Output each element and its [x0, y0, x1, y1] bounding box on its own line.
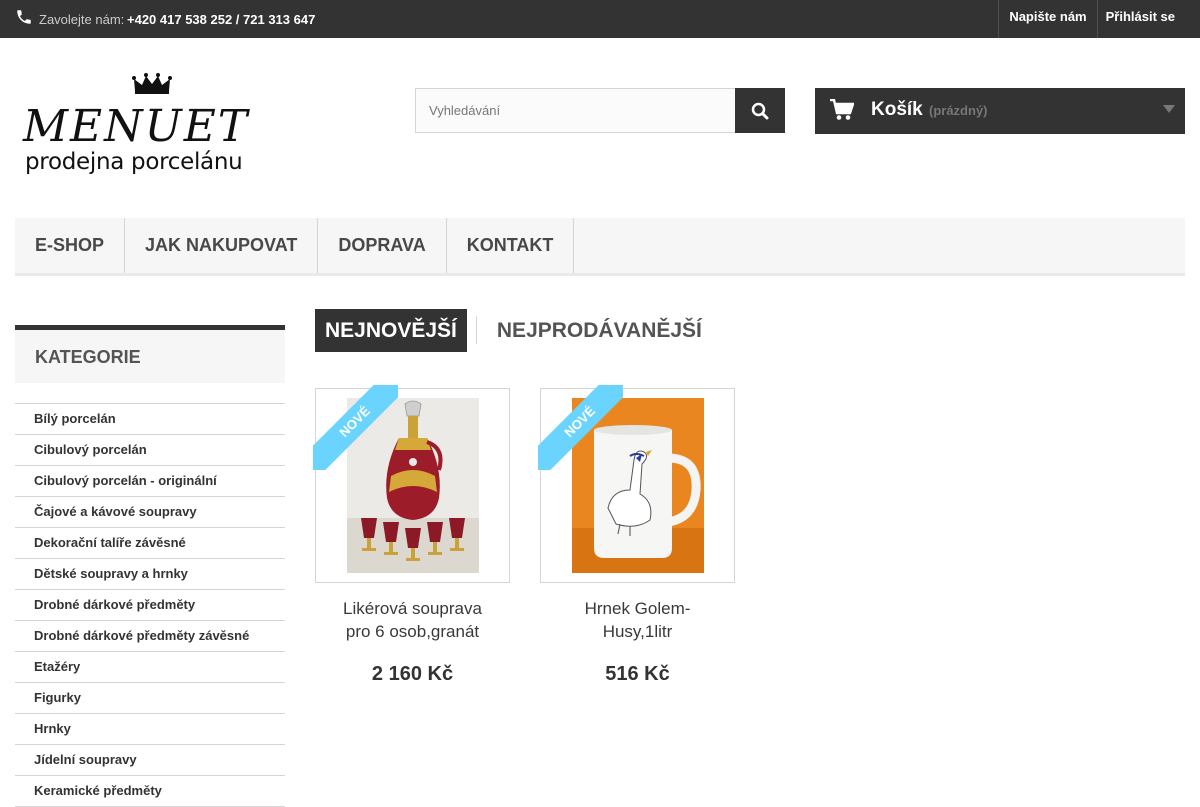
category-item[interactable]: Dekorační talíře závěsné	[15, 528, 285, 559]
categories-sidebar: KATEGORIE Bílý porcelán Cibulový porcelá…	[15, 325, 285, 807]
menu-item-eshop[interactable]: E-SHOP	[15, 218, 126, 273]
topbar-links: Napište nám Přihlásit se	[998, 0, 1200, 38]
tab-bestsellers[interactable]: NEJPRODÁVANĚJŠÍ	[477, 309, 712, 352]
product-image-link[interactable]: NOVÉ	[313, 385, 510, 583]
crown-icon	[132, 73, 172, 94]
category-item[interactable]: Hrnky	[15, 714, 285, 745]
category-item[interactable]: Jídelní soupravy	[15, 745, 285, 776]
product-tabs: NEJNOVĚJŠÍ NEJPRODÁVANĚJŠÍ	[315, 308, 712, 352]
category-list: Bílý porcelán Cibulový porcelán Cibulový…	[15, 403, 285, 807]
product-image-link[interactable]: NOVÉ	[538, 385, 735, 583]
search-button[interactable]	[735, 88, 785, 133]
logo-name: MENUET	[23, 101, 250, 152]
category-item[interactable]: Cibulový porcelán - originální	[15, 466, 285, 497]
tab-newest[interactable]: NEJNOVĚJŠÍ	[315, 308, 467, 352]
contact-us-link[interactable]: Napište nám	[998, 0, 1096, 38]
new-badge-label: NOVÉ	[313, 385, 398, 470]
category-item[interactable]: Cibulový porcelán	[15, 435, 285, 466]
product-name[interactable]: Hrnek Golem-Husy,1litr	[540, 597, 735, 643]
category-item[interactable]: Figurky	[15, 683, 285, 714]
category-item[interactable]: Drobné dárkové předměty závěsné	[15, 621, 285, 652]
contact-label: Zavolejte nám:	[39, 12, 125, 27]
login-link[interactable]: Přihlásit se	[1096, 0, 1200, 38]
logo-subtitle: prodejna porcelánu	[25, 149, 243, 175]
menu-item-contact[interactable]: KONTAKT	[447, 218, 575, 273]
category-item[interactable]: Etažéry	[15, 652, 285, 683]
menu-item-how-to-buy[interactable]: JAK NAKUPOVAT	[125, 218, 319, 273]
search-form	[415, 88, 785, 133]
sidebar-title: KATEGORIE	[15, 325, 285, 383]
category-item[interactable]: Keramické předměty	[15, 776, 285, 807]
cart-icon	[830, 99, 854, 120]
product-price: 2 160 Kč	[371, 663, 454, 685]
product-name[interactable]: Likérová souprava pro 6 osob,granát	[315, 597, 510, 643]
chevron-down-icon	[1163, 105, 1175, 113]
category-item[interactable]: Čajové a kávové soupravy	[15, 497, 285, 528]
phone-icon	[17, 10, 31, 24]
menu-item-shipping[interactable]: DOPRAVA	[318, 218, 447, 273]
search-input[interactable]	[415, 88, 736, 133]
cart-title: Košík	[871, 99, 923, 120]
cart-button[interactable]: Košík (prázdný)	[815, 88, 1185, 134]
category-item[interactable]: Dětské soupravy a hrnky	[15, 559, 285, 590]
product-card: NOVÉ Likérová souprava pro 6 osob,granát…	[313, 385, 510, 686]
top-bar: Zavolejte nám: +420 417 538 252 / 721 31…	[0, 0, 1200, 38]
search-icon	[751, 102, 769, 120]
product-card: NOVÉ Hrnek Golem-Husy,1litr 516 Kč	[538, 385, 735, 686]
new-badge-label: NOVÉ	[538, 385, 623, 470]
cart-status: (prázdný)	[929, 103, 988, 118]
category-item[interactable]: Drobné dárkové předměty	[15, 590, 285, 621]
contact-phone-number: +420 417 538 252 / 721 313 647	[127, 12, 316, 27]
product-price: 516 Kč	[605, 663, 670, 685]
main-menu: E-SHOP JAK NAKUPOVAT DOPRAVA KONTAKT	[15, 218, 1185, 276]
new-badge: NOVÉ	[538, 385, 623, 470]
site-logo[interactable]: MENUET prodejna porcelánu	[15, 65, 290, 190]
category-item[interactable]: Bílý porcelán	[15, 404, 285, 435]
new-badge: NOVÉ	[313, 385, 398, 470]
